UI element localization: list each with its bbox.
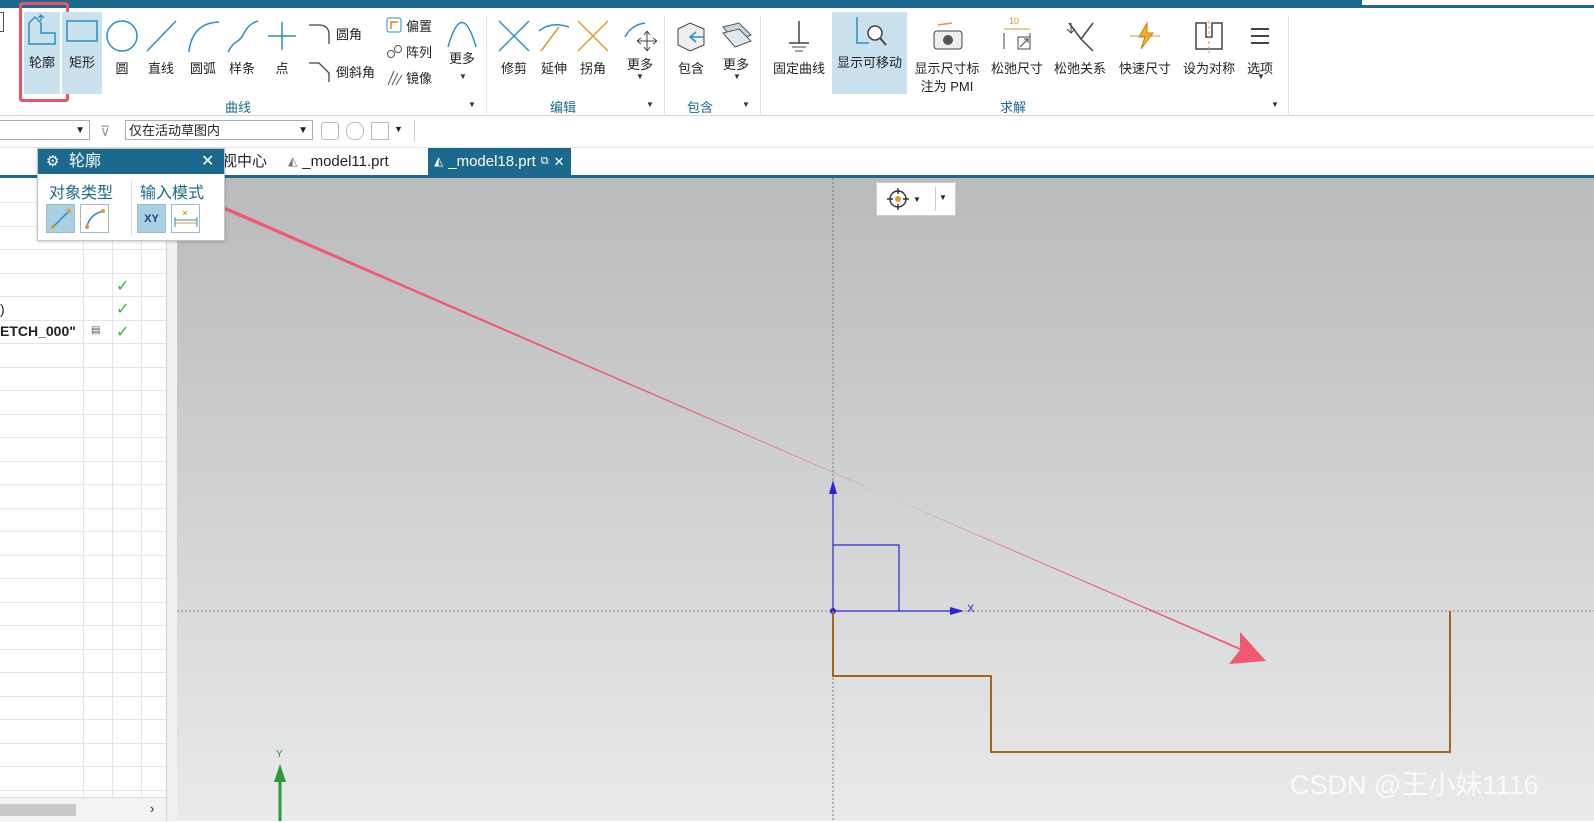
csys-plane-square xyxy=(833,544,900,611)
chevron-down-icon: ▼ xyxy=(913,194,921,204)
y-axis-label: Y xyxy=(276,749,283,760)
input-mode-coordinate-button[interactable]: XY xyxy=(137,204,166,233)
object-type-line-button[interactable] xyxy=(46,204,75,233)
coordinate-mode-label: XY xyxy=(144,212,159,225)
crosshair-icon xyxy=(887,188,909,210)
toolbar-separator xyxy=(935,187,936,211)
snap-point-button[interactable]: ▼ xyxy=(887,188,931,210)
sketch-profile-curve[interactable] xyxy=(832,611,1451,753)
annotation-arrow xyxy=(224,207,1266,664)
profile-dialog: ⚙ 轮廓 ✕ 对象类型 输入模式 XY xyxy=(37,148,225,241)
csys-y-arrowhead xyxy=(829,480,837,494)
watermark: CSDN @王小妹1116 xyxy=(1290,770,1539,800)
x-axis-label: X xyxy=(967,603,975,615)
line-segment-icon xyxy=(50,208,71,229)
gear-icon[interactable]: ⚙ xyxy=(46,149,59,174)
csys-x-arrowhead xyxy=(950,607,964,615)
close-icon[interactable]: ✕ xyxy=(201,149,214,174)
profile-dialog-title: 轮廓 xyxy=(69,153,102,170)
snap-point-toolbar: ▼ ▼ xyxy=(876,182,956,216)
parameter-mode-icon xyxy=(174,210,197,227)
object-type-title: 对象类型 xyxy=(49,185,114,202)
arc-segment-icon xyxy=(84,208,105,229)
wcs-y-arrowhead xyxy=(274,764,286,782)
dialog-divider xyxy=(131,181,132,235)
chevron-down-icon[interactable]: ▼ xyxy=(939,193,947,202)
input-mode-title: 输入模式 xyxy=(140,185,205,202)
input-mode-parameter-button[interactable] xyxy=(171,204,200,233)
sketch-drawing xyxy=(177,178,1594,821)
object-type-arc-button[interactable] xyxy=(80,204,109,233)
profile-dialog-header[interactable]: ⚙ 轮廓 ✕ xyxy=(38,149,224,174)
